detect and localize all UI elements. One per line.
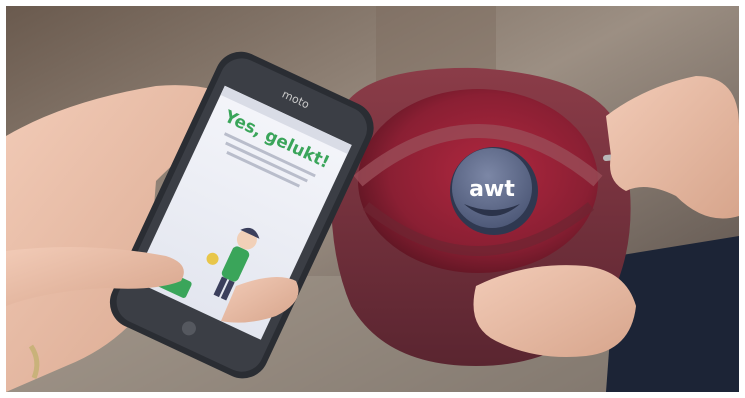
tag-logo: awt	[469, 177, 515, 202]
photo: awt moto Yes, gelukt!	[6, 6, 739, 392]
photo-scene: awt moto Yes, gelukt!	[6, 6, 739, 392]
tracking-tag: awt	[450, 147, 538, 235]
